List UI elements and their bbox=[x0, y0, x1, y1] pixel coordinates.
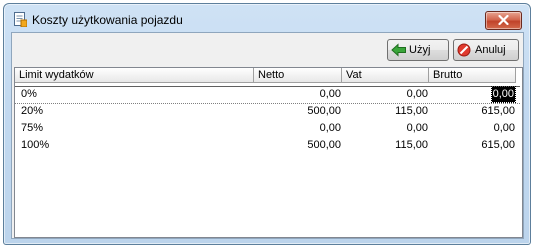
cell-netto: 0,00 bbox=[319, 88, 341, 100]
cell-limit: 20% bbox=[21, 105, 44, 117]
column-header-netto[interactable]: Netto bbox=[254, 68, 342, 83]
document-edit-icon bbox=[14, 12, 28, 28]
column-header-vat[interactable]: Vat bbox=[342, 68, 429, 83]
close-button[interactable] bbox=[485, 11, 522, 30]
cancel-button[interactable]: Anuluj bbox=[453, 39, 519, 61]
cell-vat: 0,00 bbox=[406, 122, 428, 134]
table-row[interactable]: 75% 0,00 0,00 0,00 bbox=[15, 120, 520, 137]
cell-limit: 0% bbox=[21, 88, 37, 100]
costs-table: Limit wydatków Netto Vat Brutto 0% 0,00 … bbox=[14, 67, 523, 238]
table-row[interactable]: 20% 500,00 115,00 615,00 bbox=[15, 103, 520, 120]
cell-limit: 75% bbox=[21, 122, 44, 134]
arrow-left-icon bbox=[391, 42, 407, 58]
cell-netto: 500,00 bbox=[307, 139, 341, 151]
cell-vat: 115,00 bbox=[395, 105, 428, 117]
cell-netto: 0,00 bbox=[319, 122, 341, 134]
title-bar[interactable]: Koszty użytkowania pojazdu bbox=[4, 4, 530, 32]
table-header: Limit wydatków Netto Vat Brutto bbox=[15, 68, 520, 84]
cell-brutto-editing[interactable]: 0,00 bbox=[490, 86, 517, 103]
dialog-window: Koszty użytkowania pojazdu Użyj Anuluj L… bbox=[3, 3, 531, 245]
apply-button[interactable]: Użyj bbox=[387, 39, 449, 61]
cancel-icon bbox=[457, 42, 473, 58]
cell-brutto: 0,00 bbox=[493, 122, 515, 134]
apply-button-label: Użyj bbox=[409, 44, 431, 56]
window-title: Koszty użytkowania pojazdu bbox=[32, 13, 183, 27]
table-row[interactable]: 100% 500,00 115,00 615,00 bbox=[15, 137, 520, 154]
cell-vat: 115,00 bbox=[395, 139, 428, 151]
close-icon bbox=[498, 15, 509, 25]
dialog-content: Użyj Anuluj Limit wydatków Netto Vat Bru… bbox=[11, 32, 524, 239]
cell-netto: 500,00 bbox=[307, 105, 341, 117]
cell-vat: 0,00 bbox=[406, 88, 428, 100]
cell-brutto: 615,00 bbox=[481, 139, 515, 151]
table-row[interactable]: 0% 0,00 0,00 0,00 bbox=[15, 86, 520, 104]
cell-limit: 100% bbox=[21, 139, 50, 151]
column-header-brutto[interactable]: Brutto bbox=[429, 68, 516, 83]
cancel-button-label: Anuluj bbox=[475, 44, 506, 56]
cell-brutto: 615,00 bbox=[481, 105, 515, 117]
column-header-limit[interactable]: Limit wydatków bbox=[15, 68, 254, 83]
